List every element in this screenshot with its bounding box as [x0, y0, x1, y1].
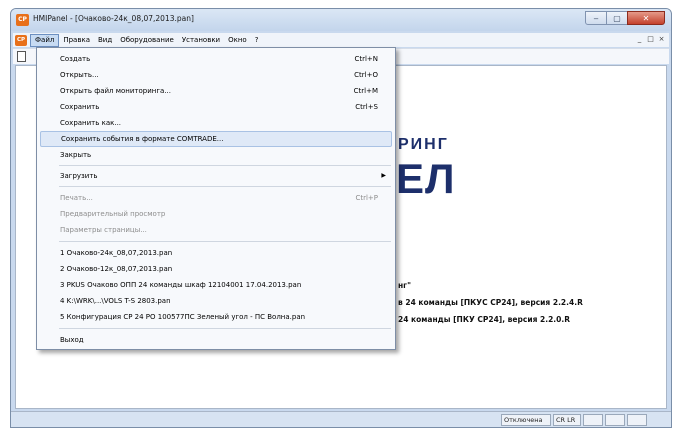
mdi-minimize-button[interactable]: _ [634, 34, 645, 45]
menu-item-label: Сохранить [60, 103, 100, 111]
document-icon[interactable]: CP [15, 34, 27, 46]
menu-item-label: 4 K:\WRK\...\VOLS T-S 2803.pan [60, 297, 171, 305]
menu-item-shortcut: Ctrl+M [353, 87, 378, 95]
menu-item-exit[interactable]: Выход [40, 332, 392, 348]
menu-edit[interactable]: Правка [59, 34, 94, 47]
menu-item-label: Закрыть [60, 151, 92, 159]
status-cell-empty-1 [583, 414, 603, 426]
menu-settings[interactable]: Установки [178, 34, 224, 47]
mdi-close-button[interactable]: × [656, 34, 667, 45]
menu-item-save-as[interactable]: Сохранить как... [40, 115, 392, 131]
menu-item-close[interactable]: Закрыть [40, 147, 392, 163]
status-cell-empty-3 [627, 414, 647, 426]
menu-item-shortcut: Ctrl+S [355, 103, 378, 111]
logo-text-bottom: ЕЛ [396, 155, 456, 202]
menu-item-recent-5[interactable]: 5 Конфигурация СР 24 РО 100577ПС Зеленый… [40, 309, 392, 325]
title-bar[interactable]: CP HMIPanel - [Очаково-24к_08,07,2013.pa… [11, 9, 671, 31]
info-line-1: нг" [398, 281, 412, 290]
menu-item-label: Создать [60, 55, 91, 63]
menu-item-print[interactable]: Печать... Ctrl+P [40, 190, 392, 206]
menu-item-label: Открыть... [60, 71, 99, 79]
menu-item-save-comtrade[interactable]: Сохранить события в формате COMTRADE... [40, 131, 392, 147]
info-line-2: в 24 команды [ПКУС СР24], версия 2.2.4.R [398, 298, 583, 307]
minimize-button[interactable]: ‒ [585, 11, 607, 25]
menu-item-recent-1[interactable]: 1 Очаково-24к_08,07,2013.pan [40, 245, 392, 261]
close-button[interactable]: ✕ [627, 11, 665, 25]
mdi-restore-button[interactable]: □ [645, 34, 656, 45]
menu-item-label: 2 Очаково-12к_08,07,2013.pan [60, 265, 173, 273]
maximize-button[interactable]: ▢ [606, 11, 628, 25]
menu-bar: CP Файл Правка Вид Оборудование Установк… [13, 33, 669, 47]
menu-item-shortcut: Ctrl+O [354, 71, 378, 79]
menu-item-label: Загрузить [60, 172, 98, 180]
menu-item-shortcut: Ctrl+N [354, 55, 378, 63]
menu-window[interactable]: Окно [224, 34, 251, 47]
menu-file[interactable]: Файл [30, 33, 60, 47]
menu-item-label: 3 PKUS Очаково ОПП 24 команды шкаф 12104… [60, 281, 302, 289]
menu-item-shortcut: Ctrl+P [355, 194, 378, 202]
menu-view[interactable]: Вид [94, 34, 116, 47]
mode-indicator: CR LR [553, 414, 581, 426]
new-document-icon[interactable] [17, 51, 26, 62]
window-title: HMIPanel - [Очаково-24к_08,07,2013.pan] [33, 14, 194, 23]
menu-item-open[interactable]: Открыть... Ctrl+O [40, 67, 392, 83]
menu-item-print-preview[interactable]: Предварительный просмотр [40, 206, 392, 222]
mdi-controls: _ □ × [634, 34, 667, 45]
menu-item-label: Сохранить как... [60, 119, 122, 127]
app-icon[interactable]: CP [16, 14, 29, 26]
status-cell-empty-2 [605, 414, 625, 426]
menu-item-label: Сохранить события в формате COMTRADE... [61, 135, 224, 143]
menu-item-label: Печать... [60, 194, 93, 202]
submenu-arrow-icon: ▶ [381, 172, 386, 179]
menu-item-new[interactable]: Создать Ctrl+N [40, 51, 392, 67]
menu-item-load[interactable]: Загрузить ▶ [40, 168, 392, 184]
menu-item-label: 1 Очаково-24к_08,07,2013.pan [60, 249, 173, 257]
menu-item-label: Открыть файл мониторинга... [60, 87, 171, 95]
status-bar: Отключена CR LR [11, 411, 671, 427]
menu-item-label: Предварительный просмотр [60, 210, 166, 218]
menu-item-save[interactable]: Сохранить Ctrl+S [40, 99, 392, 115]
menu-separator [59, 241, 391, 242]
menu-separator [59, 186, 391, 187]
menu-help[interactable]: ? [251, 34, 263, 47]
file-menu-dropdown: Создать Ctrl+N Открыть... Ctrl+O Открыть… [36, 47, 396, 350]
menu-item-label: 5 Конфигурация СР 24 РО 100577ПС Зеленый… [60, 313, 306, 321]
menu-separator [59, 165, 391, 166]
menu-item-recent-3[interactable]: 3 PKUS Очаково ОПП 24 команды шкаф 12104… [40, 277, 392, 293]
menu-separator [59, 328, 391, 329]
menu-item-page-setup[interactable]: Параметры страницы... [40, 222, 392, 238]
menu-item-label: Выход [60, 336, 84, 344]
menu-item-label: Параметры страницы... [60, 226, 147, 234]
menu-item-recent-4[interactable]: 4 K:\WRK\...\VOLS T-S 2803.pan [40, 293, 392, 309]
logo-text-top: РИНГ [398, 136, 449, 153]
window-controls: ‒ ▢ ✕ [585, 11, 665, 25]
info-line-3: 24 команды [ПКУ СР24], версия 2.2.0.R [398, 315, 570, 324]
menu-hardware[interactable]: Оборудование [116, 34, 178, 47]
menu-item-open-monitoring[interactable]: Открыть файл мониторинга... Ctrl+M [40, 83, 392, 99]
connection-status: Отключена [501, 414, 551, 426]
menu-item-recent-2[interactable]: 2 Очаково-12к_08,07,2013.pan [40, 261, 392, 277]
